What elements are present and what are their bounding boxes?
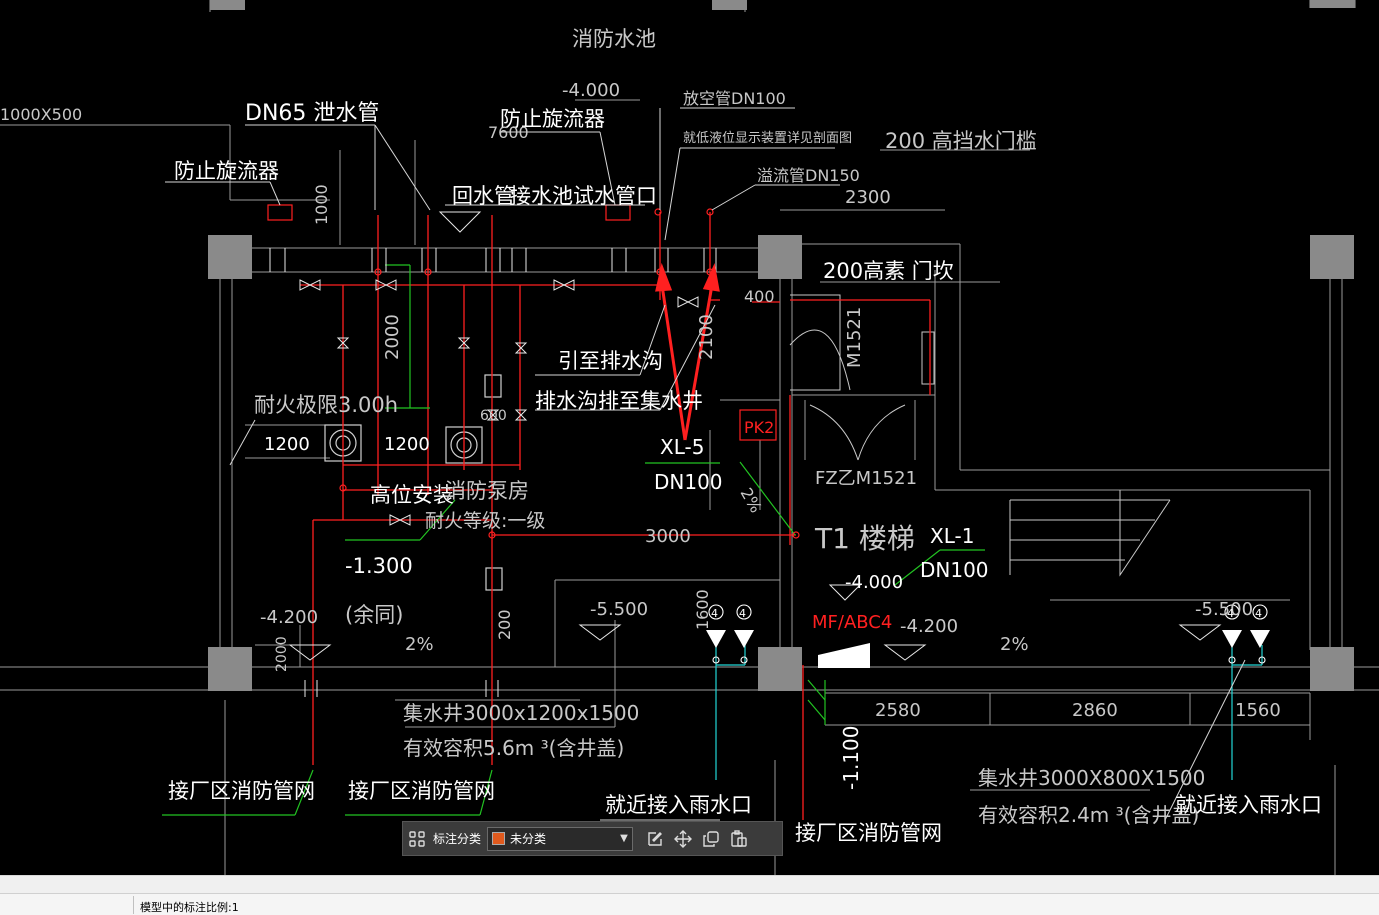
status-separator — [133, 896, 134, 914]
same-note: (余同) — [345, 603, 403, 627]
copy-icon[interactable] — [697, 825, 725, 853]
category-color-swatch — [492, 832, 506, 845]
dim-1200-a: 1200 — [264, 434, 310, 455]
dn100-label-b: DN100 — [920, 558, 989, 582]
xl1-label: XL-1 — [930, 524, 974, 548]
status-bar: 模型中的标注比例:1 — [0, 893, 1379, 915]
elev-4200-a: -4.200 — [260, 607, 318, 628]
dim-2000-b: 2000 — [274, 636, 290, 672]
edit-icon[interactable] — [641, 825, 669, 853]
m1521-label: M1521 — [844, 307, 865, 368]
fire-limit-label: 耐火极限3.00h — [254, 393, 398, 417]
dim-2580: 2580 — [875, 700, 921, 721]
dim-400: 400 — [744, 287, 775, 306]
dim-3000: 3000 — [645, 526, 691, 547]
slope-vertical: 2% — [737, 485, 766, 516]
xl5-label: XL-5 — [660, 435, 704, 459]
elev-top-label: -4.000 — [562, 80, 620, 101]
net-label-2: 接厂区消防管网 — [348, 779, 495, 803]
to-drain-label: 引至排水沟 — [558, 349, 663, 373]
dim-1000: 1000 — [312, 184, 331, 225]
dim-7600: 7600 — [488, 123, 529, 142]
elev-1300: -1.300 — [345, 554, 413, 578]
drain-pit-label: 排水沟排至集水井 — [535, 389, 703, 413]
rain-label-1: 就近接入雨水口 — [605, 793, 752, 817]
dim-1200-b: 1200 — [384, 434, 430, 455]
slope-1: 2% — [405, 634, 434, 655]
pit-2-label: 集水井3000X800X1500 — [978, 766, 1205, 790]
gauge-label: 就低液位显示装置详见剖面图 — [683, 131, 852, 146]
elev-5500-a: -5.500 — [590, 599, 648, 620]
command-line-strip[interactable] — [0, 875, 1379, 893]
dim-2860: 2860 — [1072, 700, 1118, 721]
overflow-label: 溢流管DN150 — [757, 166, 860, 185]
high-mount-label: 高位安装 — [370, 483, 454, 507]
extinguisher-label: MF/ABC4 — [812, 612, 892, 633]
dn65-label: DN65 泄水管 — [245, 101, 379, 126]
dim-200: 200 — [495, 609, 514, 640]
annotation-category-label: 标注分类 — [433, 832, 482, 846]
dn100-label-a: DN100 — [654, 470, 723, 494]
tag-4-d: 4 — [1255, 607, 1262, 620]
dim-600: 600 — [480, 408, 507, 424]
pump-room-label: 消防泵房 — [445, 479, 529, 503]
tag-4-a: 4 — [711, 607, 718, 620]
fire-grade-label: 耐火等级:一级 — [425, 510, 545, 532]
vol-2-label: 有效容积2.4m ³(含井盖) — [978, 803, 1199, 827]
net-label-1: 接厂区消防管网 — [168, 779, 315, 803]
elev-4200-b: -4.200 — [900, 616, 958, 637]
pool-label: 消防水池 — [572, 27, 656, 51]
annotation-scale-text: 模型中的标注比例:1 — [140, 901, 239, 914]
cad-drawing-canvas[interactable]: 消防水池 -4.000 放空管DN100 就低液位显示装置详见剖面图 DN65 … — [0, 0, 1379, 875]
dim-1600: 1600 — [693, 589, 712, 630]
fz-door-label: FZ乙M1521 — [815, 468, 917, 489]
vent-label: 放空管DN100 — [683, 89, 786, 108]
red-pipes — [300, 212, 931, 820]
tag-4-b: 4 — [739, 607, 746, 620]
dim-2000: 2000 — [382, 314, 403, 360]
vol-1-label: 有效容积5.6m ³(含井盖) — [403, 736, 624, 760]
net-label-3: 接厂区消防管网 — [795, 821, 942, 845]
dim-2300: 2300 — [845, 187, 891, 208]
rain-label-2: 就近接入雨水口 — [1175, 793, 1322, 817]
move-icon[interactable] — [669, 825, 697, 853]
pk2-label: PK2 — [744, 418, 774, 437]
dim-2100: 2100 — [696, 314, 717, 360]
test-pipe-label: 接水池试水管口 — [510, 184, 657, 208]
dim-1560: 1560 — [1235, 700, 1281, 721]
return-pipe-label: 回水管 — [452, 184, 515, 208]
text-labels: 消防水池 -4.000 放空管DN100 就低液位显示装置详见剖面图 DN65 … — [0, 27, 1322, 845]
slope-2: 2% — [1000, 634, 1029, 655]
door-200-label: 200高素 门坎 — [823, 259, 954, 283]
stairs-label: T1 楼梯 — [814, 522, 915, 555]
elev-4000: -4.000 — [845, 572, 903, 593]
grid-icon[interactable] — [403, 825, 431, 853]
category-value: 未分类 — [510, 832, 547, 846]
annotation-toolbar: 标注分类 未分类 ▼ — [402, 821, 783, 856]
category-select[interactable]: 未分类 ▼ — [487, 826, 634, 851]
pit-1-label: 集水井3000x1200x1500 — [403, 701, 639, 725]
paste-icon[interactable] — [725, 825, 753, 853]
door-sill-label: 200 高挡水门槛 — [885, 129, 1037, 153]
vortex-label-1: 防止旋流器 — [174, 159, 279, 183]
elev-5500-b: -5.500 — [1195, 599, 1253, 620]
tag-4-c: 4 — [1227, 607, 1234, 620]
elev-1100: -1.100 — [839, 726, 863, 790]
chevron-down-icon: ▼ — [620, 833, 628, 844]
size-left: 1000X500 — [0, 105, 82, 124]
